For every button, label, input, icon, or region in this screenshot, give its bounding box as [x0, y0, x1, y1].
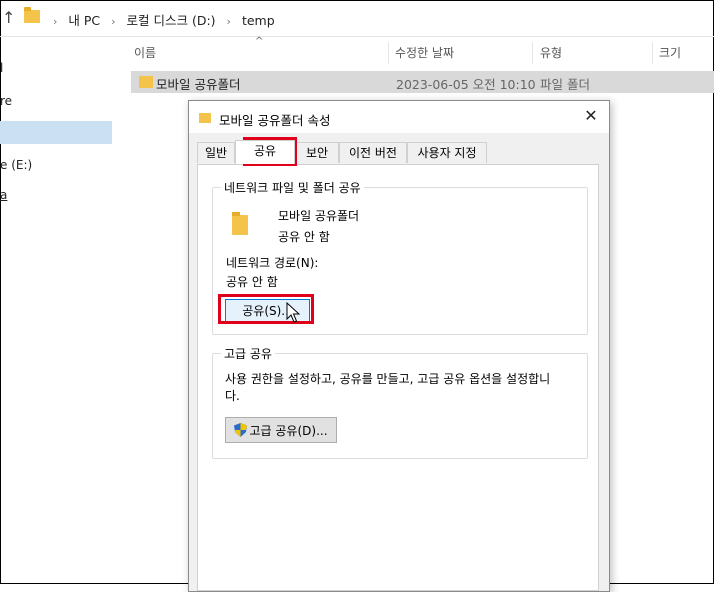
folder-icon	[199, 113, 211, 123]
uac-shield-icon	[234, 422, 248, 437]
group-legend: 고급 공유	[221, 345, 275, 362]
breadcrumb-item-pc[interactable]: 내 PC	[68, 10, 100, 29]
sort-caret-icon: ^	[255, 36, 264, 47]
column-header-size[interactable]: 크기	[659, 40, 681, 66]
sharing-tab-panel: 네트워크 파일 및 폴더 공유 모바일 공유폴더 공유 안 함 네트워크 경로(…	[197, 164, 599, 591]
share-status: 공유 안 함	[278, 230, 330, 244]
column-divider[interactable]	[388, 42, 389, 64]
up-arrow-icon[interactable]: ↑	[2, 8, 15, 27]
column-divider[interactable]	[652, 42, 653, 64]
close-icon[interactable]: ✕	[581, 106, 601, 126]
folder-icon	[24, 7, 40, 23]
chevron-right-icon[interactable]: ›	[53, 15, 57, 28]
mouse-cursor-icon	[286, 302, 300, 323]
breadcrumb: › 내 PC › 로컬 디스크 (D:) › temp	[46, 10, 275, 29]
column-header-type[interactable]: 유형	[540, 40, 562, 66]
file-date: 2023-06-05 오전 10:10	[396, 77, 536, 92]
tab-customize[interactable]: 사용자 지정	[407, 142, 487, 163]
breadcrumb-item-temp[interactable]: temp	[242, 13, 275, 28]
folder-icon	[232, 212, 248, 235]
tab-security[interactable]: 보안	[295, 142, 339, 163]
folder-icon	[139, 76, 153, 88]
advanced-sharing-group: 고급 공유 사용 권한을 설정하고, 공유를 만들고, 고급 공유 옵션을 설정…	[212, 345, 588, 459]
address-bar[interactable]: ↑ › 내 PC › 로컬 디스크 (D:) › temp	[0, 0, 714, 37]
advanced-description-line1: 사용 권한을 설정하고, 공유를 만들고, 고급 공유 옵션을 설정합니	[225, 372, 551, 386]
group-legend: 네트워크 파일 및 폴더 공유	[221, 179, 364, 196]
advanced-description-line2: 다.	[225, 389, 240, 403]
network-sharing-group: 네트워크 파일 및 폴더 공유 모바일 공유폴더 공유 안 함 네트워크 경로(…	[212, 179, 588, 335]
column-header-date[interactable]: 수정한 날짜	[395, 40, 454, 66]
advanced-sharing-button-label: 고급 공유(D)...	[249, 423, 328, 438]
chevron-right-icon[interactable]: ›	[227, 15, 231, 28]
chevron-right-icon[interactable]: ›	[111, 15, 115, 28]
nav-item[interactable]: l	[0, 61, 3, 75]
nav-item[interactable]: re	[0, 94, 12, 108]
nav-item[interactable]: a	[0, 188, 7, 202]
folder-name: 모바일 공유폴더	[278, 209, 360, 223]
properties-dialog: 모바일 공유폴더 속성 ✕ 일반 공유 보안 이전 버전 사용자 지정 네트워크…	[188, 100, 610, 592]
dialog-title: 모바일 공유폴더 속성	[219, 113, 331, 128]
network-path-label: 네트워크 경로(N):	[226, 256, 319, 270]
navigation-pane	[0, 37, 112, 584]
network-path-value: 공유 안 함	[226, 275, 278, 289]
tab-general[interactable]: 일반	[197, 142, 235, 163]
dialog-titlebar[interactable]: 모바일 공유폴더 속성 ✕	[189, 101, 609, 133]
tab-previous-versions[interactable]: 이전 버전	[339, 142, 407, 163]
nav-item-selected[interactable]	[0, 121, 112, 144]
column-header-name[interactable]: 이름	[134, 40, 156, 66]
column-divider[interactable]	[532, 42, 533, 64]
file-type: 파일 폴더	[540, 77, 590, 92]
breadcrumb-item-drive[interactable]: 로컬 디스크 (D:)	[127, 10, 216, 29]
tab-sharing[interactable]: 공유	[235, 140, 295, 164]
advanced-sharing-button[interactable]: 고급 공유(D)...	[225, 417, 337, 443]
file-name[interactable]: 모바일 공유폴더	[156, 74, 240, 93]
nav-item-drive-e[interactable]: e (E:)	[0, 158, 32, 172]
